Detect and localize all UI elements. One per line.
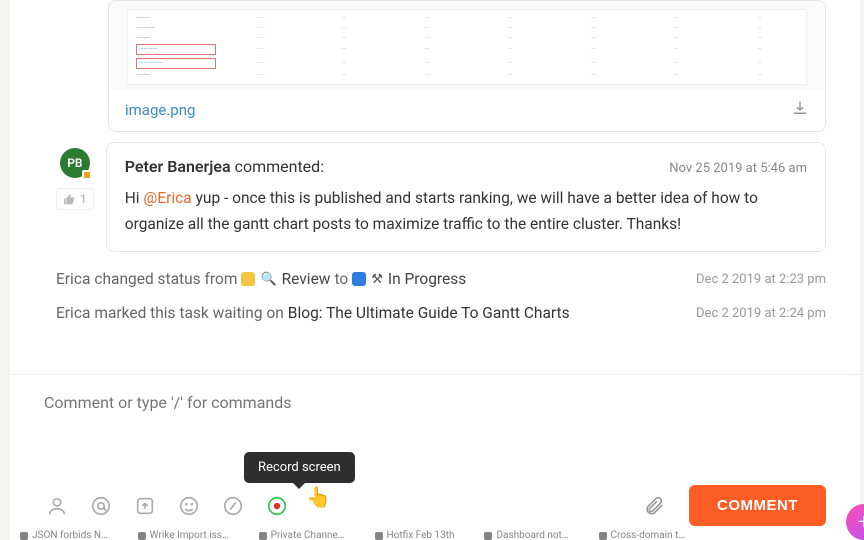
paperclip-icon[interactable]	[641, 493, 667, 519]
assign-icon[interactable]	[44, 493, 70, 519]
attachment-preview[interactable]: ——————————— ———————————— ——————————— ———…	[109, 1, 825, 89]
comment-button[interactable]: COMMENT	[689, 485, 826, 526]
activity-timestamp: Dec 2 2019 at 2:23 pm	[696, 272, 826, 287]
avatar-initials: PB	[67, 156, 82, 170]
like-button[interactable]: 1	[56, 188, 94, 210]
avatar[interactable]: PB	[60, 148, 90, 178]
taskbar-item[interactable]: Cross-domain t…	[599, 530, 686, 540]
activity-status-change: Erica changed status from 🔍 Review to ⚒ …	[10, 262, 860, 296]
comment-block: PB 1 Peter Banerjea commented: Nov 25 20…	[10, 132, 860, 262]
attachment-filename[interactable]: image.png	[125, 101, 195, 119]
hammer-icon: ⚒	[371, 272, 383, 287]
download-icon[interactable]	[791, 99, 809, 121]
status-dot-blue	[352, 272, 366, 286]
record-screen-icon[interactable]	[264, 493, 290, 519]
comment-author-line: Peter Banerjea commented:	[125, 157, 324, 176]
comment-text: Hi @Erica yup - once this is published a…	[125, 186, 807, 237]
status-from: 🔍 Review	[241, 270, 330, 288]
magnifier-icon: 🔍	[260, 272, 276, 287]
comment-input[interactable]	[44, 385, 826, 475]
avatar-status-badge	[82, 170, 92, 180]
comment-author: Peter Banerjea	[125, 157, 231, 176]
taskbar-item[interactable]: Private Channe…	[259, 530, 345, 540]
comment-timestamp: Nov 25 2019 at 5:46 am	[669, 161, 807, 176]
os-taskbar: JSON forbids N… Wrike Import iss… Privat…	[0, 530, 864, 540]
attachment-card: ——————————— ———————————— ——————————— ———…	[108, 0, 826, 132]
emoji-icon[interactable]	[176, 493, 202, 519]
comment-composer: Record screen 👆 COMMENT	[10, 374, 860, 530]
like-count: 1	[80, 192, 87, 206]
tooltip: Record screen	[244, 452, 355, 483]
mention[interactable]: @Erica	[143, 189, 191, 207]
mention-icon[interactable]	[88, 493, 114, 519]
activity-timestamp: Dec 2 2019 at 2:24 pm	[696, 306, 826, 321]
status-to: ⚒ In Progress	[352, 270, 466, 288]
comment-action: commented:	[235, 157, 325, 176]
activity-waiting: Erica marked this task waiting on Blog: …	[10, 296, 860, 330]
taskbar-item[interactable]: Dashboard not…	[484, 530, 568, 540]
taskbar-item[interactable]: JSON forbids N…	[20, 530, 108, 540]
taskbar-item[interactable]: Hotfix Feb 13th	[375, 530, 455, 540]
taskbar-item[interactable]: Wrike Import iss…	[138, 530, 229, 540]
status-dot-yellow	[241, 272, 255, 286]
slash-icon[interactable]	[220, 493, 246, 519]
cursor-icon: 👆	[306, 485, 331, 509]
task-link[interactable]: Blog: The Ultimate Guide To Gantt Charts	[288, 304, 570, 322]
upload-icon[interactable]	[132, 493, 158, 519]
